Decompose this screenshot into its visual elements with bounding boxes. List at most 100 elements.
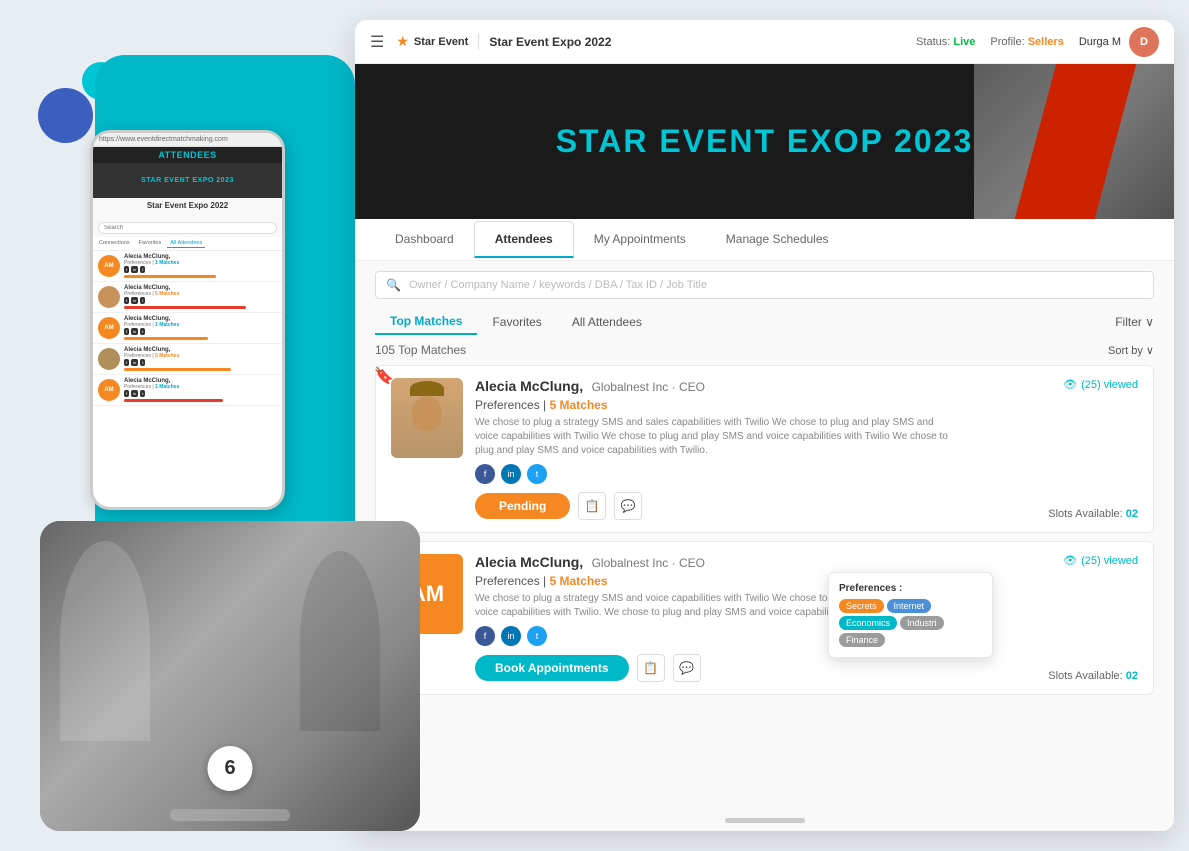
matches-header: 105 Top Matches Sort by ∨ xyxy=(375,343,1154,357)
phone-icon-in: in xyxy=(131,297,138,304)
tag-finance: Finance xyxy=(839,633,885,647)
hamburger-icon[interactable]: ☰ xyxy=(370,32,384,52)
phone-url-bar: https://www.eventdirectmatchmaking.com xyxy=(93,133,282,147)
phone-list-item: AM Alecia McClung, Preferences | 1 Match… xyxy=(93,251,282,282)
linkedin-icon-2[interactable]: in xyxy=(501,626,521,646)
card-actions-2: Book Appointments 📋 💬 xyxy=(475,654,1138,682)
facebook-icon[interactable]: f xyxy=(475,464,495,484)
phone-tab-connections[interactable]: Connections xyxy=(96,239,133,248)
card-viewed-1: 👁 (25) viewed xyxy=(1063,378,1138,391)
facebook-icon-2[interactable]: f xyxy=(475,626,495,646)
filter-button[interactable]: Filter ∨ xyxy=(1115,315,1154,329)
phone-icon-fb: f xyxy=(124,297,129,304)
nav-user-name: Durga M xyxy=(1079,36,1121,48)
phone-match-bar xyxy=(124,399,223,402)
phone-icon-in: in xyxy=(131,328,138,335)
twitter-icon[interactable]: t xyxy=(527,464,547,484)
tab-manage-schedules[interactable]: Manage Schedules xyxy=(706,222,849,258)
attendee-card-2: AM Alecia McClung, Globalnest Inc · CEO … xyxy=(375,541,1154,695)
phone-icon-tw: t xyxy=(140,297,145,304)
phone-icon-in: in xyxy=(131,266,138,273)
search-icon: 🔍 xyxy=(386,278,401,292)
card-social-1: f in t xyxy=(475,464,1138,484)
phone-mockup: https://www.eventdirectmatchmaking.com A… xyxy=(90,130,285,510)
message-icon-2[interactable]: 💬 xyxy=(673,654,701,682)
phone-tab-favorites[interactable]: Favorites xyxy=(136,239,165,248)
card-body-1: Alecia McClung, Globalnest Inc · CEO Pre… xyxy=(475,378,1138,520)
bg-circle-blue xyxy=(38,88,93,143)
card-description-1: We chose to plug a strategy SMS and sale… xyxy=(475,416,955,458)
star-logo-icon: ★ xyxy=(396,33,409,50)
phone-icon-in: in xyxy=(131,359,138,366)
twitter-icon-2[interactable]: t xyxy=(527,626,547,646)
card-viewed-2: 👁 (25) viewed xyxy=(1063,554,1138,567)
tab-my-appointments[interactable]: My Appointments xyxy=(574,222,706,258)
card-company-2: Globalnest Inc · CEO xyxy=(592,556,705,570)
phone-banner-text: STAR EVENT EXPO 2023 xyxy=(141,177,234,184)
phone-header-title: ATTENDEES xyxy=(93,147,282,163)
phone-tabs: Connections Favorites All Attendees xyxy=(93,237,282,251)
bottom-photo: 6 xyxy=(40,521,420,831)
phone-tab-all[interactable]: All Attendees xyxy=(167,239,205,248)
phone-icon-tw: t xyxy=(140,359,145,366)
scrollbar[interactable] xyxy=(725,818,805,823)
nav-logo: ★ Star Event xyxy=(396,33,479,50)
tooltip-title: Preferences : xyxy=(839,583,982,594)
phone-icon-tw: t xyxy=(140,390,145,397)
note-icon[interactable]: 📋 xyxy=(578,492,606,520)
search-bar[interactable]: 🔍 Owner / Company Name / keywords / DBA … xyxy=(375,271,1154,299)
preferences-tooltip: Preferences : Secrets Internet Economics… xyxy=(828,572,993,658)
card-company-1: Globalnest Inc · CEO xyxy=(592,380,705,394)
sub-tab-all-attendees[interactable]: All Attendees xyxy=(557,310,657,334)
card-actions-1: Pending 📋 💬 xyxy=(475,492,1138,520)
eye-icon-2: 👁 xyxy=(1063,554,1077,567)
phone-avatar-4 xyxy=(98,348,120,370)
main-tab-bar: Dashboard Attendees My Appointments Mana… xyxy=(355,219,1174,261)
card-avatar-1 xyxy=(391,378,463,458)
card-social-2: f in t xyxy=(475,626,1138,646)
phone-list-item: AM Alecia McClung, Preferences | 1 Match… xyxy=(93,375,282,406)
tooltip-tags: Secrets Internet Economics Industri Fina… xyxy=(839,599,982,647)
pending-button[interactable]: Pending xyxy=(475,493,570,519)
avatar-face-1 xyxy=(391,378,463,458)
phone-match-bar xyxy=(124,337,208,340)
phone-icon-fb: f xyxy=(124,266,129,273)
nav-user-avatar[interactable]: D xyxy=(1129,27,1159,57)
slots-number-1: 02 xyxy=(1126,508,1138,520)
message-icon[interactable]: 💬 xyxy=(614,492,642,520)
book-appointments-button[interactable]: Book Appointments xyxy=(475,655,629,681)
photo-people: 6 xyxy=(40,521,420,831)
sort-by-button[interactable]: Sort by ∨ xyxy=(1108,344,1154,357)
bookmark-icon-1[interactable]: 🔖 xyxy=(374,366,394,386)
card-matches-link-1[interactable]: 5 Matches xyxy=(550,398,608,412)
card-body-2: Alecia McClung, Globalnest Inc · CEO Pre… xyxy=(475,554,1138,682)
nav-profile-label: Profile: Sellers xyxy=(990,36,1063,48)
attendee-card-1: 🔖 Alecia McClung, Globalnest Inc · CEO P… xyxy=(375,365,1154,533)
phone-list-item: Alecia McClung, Preferences | 5 Matches … xyxy=(93,344,282,375)
slots-number-2: 02 xyxy=(1126,670,1138,682)
nav-event-title: Star Event Expo 2022 xyxy=(489,35,916,49)
phone-banner: STAR EVENT EXPO 2023 xyxy=(93,163,282,198)
phone-search[interactable] xyxy=(93,213,282,237)
tab-attendees[interactable]: Attendees xyxy=(474,221,574,258)
phone-icon-tw: t xyxy=(140,266,145,273)
sub-tab-top-matches[interactable]: Top Matches xyxy=(375,309,477,335)
phone-icon-fb: f xyxy=(124,328,129,335)
card-matches-link-2[interactable]: 5 Matches xyxy=(550,574,608,588)
desktop-ui: ☰ ★ Star Event Star Event Expo 2022 Stat… xyxy=(355,20,1174,831)
eye-icon: 👁 xyxy=(1063,378,1077,391)
note-icon-2[interactable]: 📋 xyxy=(637,654,665,682)
event-banner: STAR EVENT EXOP 2023 xyxy=(355,64,1174,219)
sub-tab-favorites[interactable]: Favorites xyxy=(477,310,556,334)
phone-list-item: AM Alecia McClung, Preferences | 1 Match… xyxy=(93,313,282,344)
phone-icon-tw: t xyxy=(140,328,145,335)
linkedin-icon[interactable]: in xyxy=(501,464,521,484)
phone-avatar-1: AM xyxy=(98,255,120,277)
tab-dashboard[interactable]: Dashboard xyxy=(375,222,474,258)
search-placeholder: Owner / Company Name / keywords / DBA / … xyxy=(409,279,707,291)
slots-info-1: Slots Available: 02 xyxy=(1048,508,1138,520)
phone-search-input[interactable] xyxy=(98,222,277,234)
phone-attendees-title: Star Event Expo 2022 xyxy=(93,198,282,213)
avatar-hair xyxy=(410,381,444,396)
nav-status-live: Live xyxy=(953,36,975,48)
